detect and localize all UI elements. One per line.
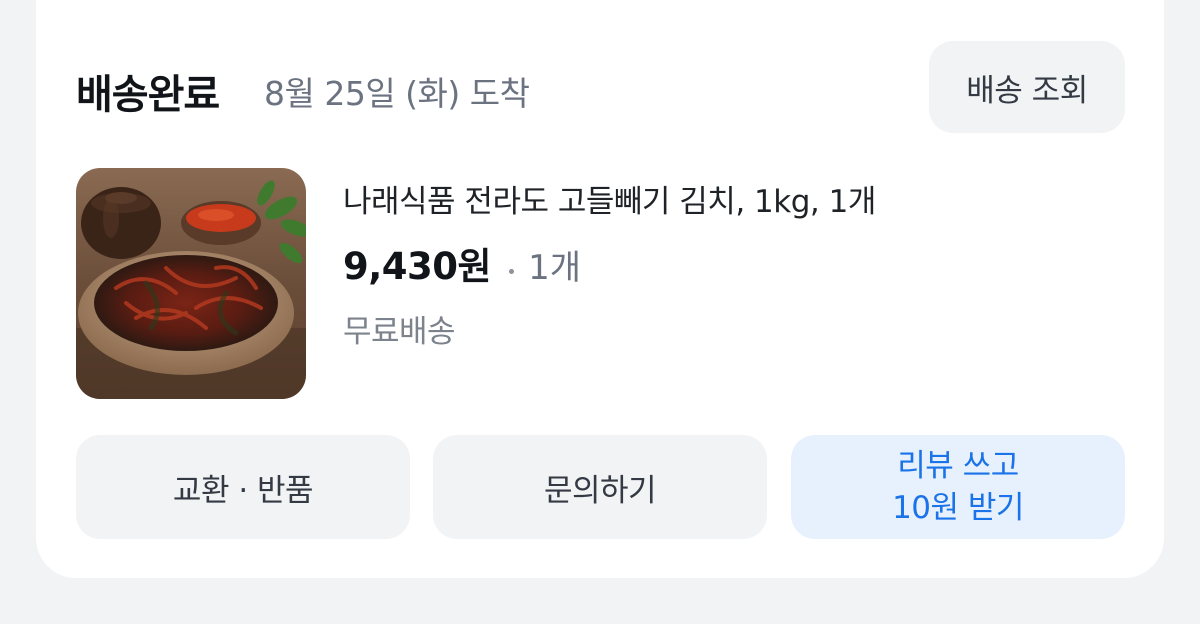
- kimchi-product-photo: [76, 168, 306, 399]
- shipping-info: 무료배송: [343, 314, 456, 350]
- product-image[interactable]: [76, 168, 306, 399]
- delivery-status: 배송완료: [76, 72, 220, 118]
- write-review-button[interactable]: 리뷰 쓰고 10원 받기: [791, 435, 1125, 539]
- review-label-line2: 10원 받기: [892, 490, 1024, 526]
- track-delivery-button[interactable]: 배송 조회: [929, 41, 1125, 133]
- price-row: 9,430원 1개: [343, 236, 581, 290]
- exchange-return-button[interactable]: 교환 · 반품: [76, 435, 410, 539]
- separator-dot: [509, 269, 515, 274]
- arrival-date: 8월 25일 (화) 도착: [264, 74, 530, 113]
- product-name[interactable]: 나래식품 전라도 고들빼기 김치, 1kg, 1개: [343, 176, 876, 221]
- product-quantity: 1개: [528, 248, 581, 288]
- inquiry-button[interactable]: 문의하기: [433, 435, 767, 539]
- product-price: 9,430원: [343, 245, 492, 288]
- review-label-line1: 리뷰 쓰고: [897, 448, 1019, 484]
